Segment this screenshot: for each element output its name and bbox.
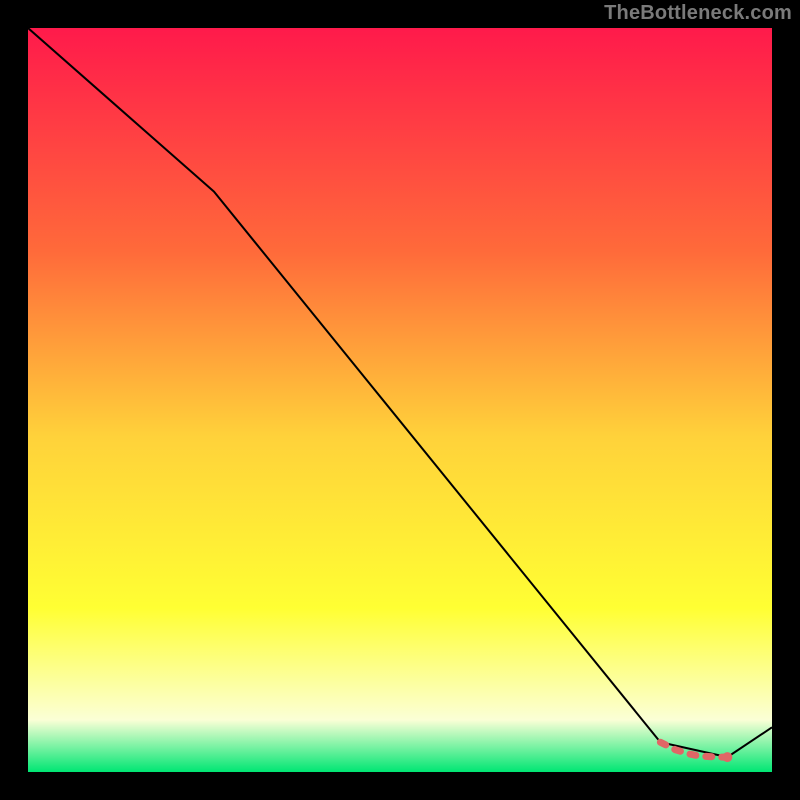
sweet-spot-end-dot <box>722 752 732 762</box>
chart-container: TheBottleneck.com <box>0 0 800 800</box>
chart-svg <box>28 28 772 772</box>
watermark-text: TheBottleneck.com <box>604 2 792 25</box>
plot-area <box>28 28 772 772</box>
gradient-panel <box>28 28 772 772</box>
